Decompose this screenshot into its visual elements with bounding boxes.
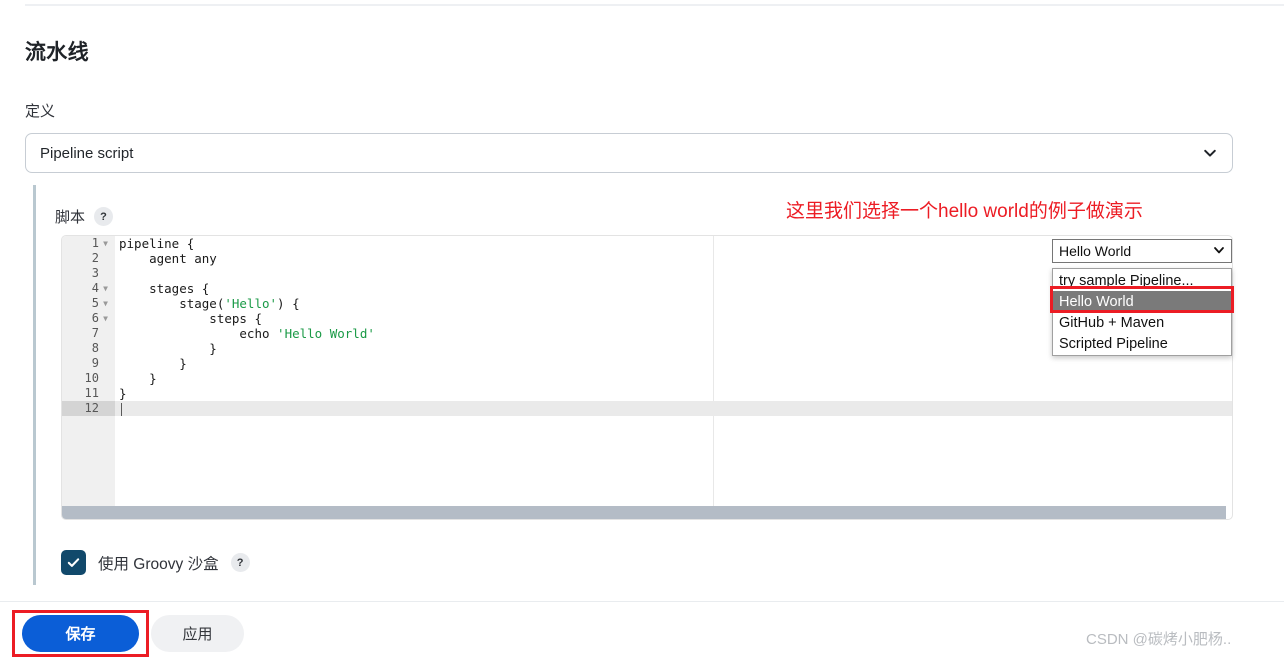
editor-line-text: stages { — [119, 281, 210, 296]
sample-pipeline-select[interactable]: Hello World — [1052, 239, 1232, 263]
fold-placeholder: ▼ — [101, 326, 110, 341]
save-button[interactable]: 保存 — [22, 615, 139, 652]
script-label-row: 脚本 ? — [55, 206, 114, 227]
fold-arrow-icon[interactable]: ▼ — [101, 296, 110, 311]
editor-line[interactable]: 11▼} — [62, 386, 1232, 401]
fold-placeholder: ▼ — [101, 386, 110, 401]
editor-line-text: } — [119, 371, 157, 386]
fold-placeholder: ▼ — [101, 356, 110, 371]
groovy-sandbox-label: 使用 Groovy 沙盒 — [98, 555, 219, 573]
editor-line-number: 10▼ — [62, 371, 115, 386]
editor-line-number: 3▼ — [62, 266, 115, 281]
chevron-down-icon — [1202, 145, 1218, 161]
footer-divider — [0, 601, 1284, 602]
fold-arrow-icon[interactable]: ▼ — [101, 281, 110, 296]
editor-line-number: 5 ▼ — [62, 296, 115, 311]
editor-line-number: 9▼ — [62, 356, 115, 371]
editor-line[interactable]: 10▼ } — [62, 371, 1232, 386]
apply-button[interactable]: 应用 — [151, 615, 244, 652]
editor-line-number: 6 ▼ — [62, 311, 115, 326]
sandbox-row: 使用 Groovy 沙盒 ? — [61, 550, 250, 575]
definition-select-value: Pipeline script — [40, 144, 134, 162]
editor-line[interactable]: 12▼ — [62, 401, 1232, 416]
editor-line[interactable]: 9▼ } — [62, 356, 1232, 371]
script-label: 脚本 — [55, 209, 86, 226]
definition-select[interactable]: Pipeline script — [25, 133, 1233, 173]
help-icon[interactable]: ? — [94, 207, 114, 226]
fold-placeholder: ▼ — [101, 341, 110, 356]
editor-line-text: agent any — [119, 251, 217, 266]
editor-line-text: echo 'Hello World' — [119, 326, 375, 341]
groovy-sandbox-checkbox[interactable] — [61, 550, 86, 575]
sample-pipeline-option[interactable]: Scripted Pipeline — [1053, 333, 1231, 354]
fold-placeholder: ▼ — [101, 401, 110, 416]
editor-line-number: 8▼ — [62, 341, 115, 356]
sample-pipeline-select-value: Hello World — [1059, 243, 1132, 259]
editor-line-text: } — [119, 386, 127, 401]
page-title: 流水线 — [25, 41, 89, 64]
editor-line-text: } — [119, 341, 217, 356]
fold-placeholder: ▼ — [101, 371, 110, 386]
text-caret — [121, 403, 122, 416]
editor-line-text: stage('Hello') { — [119, 296, 300, 311]
help-icon[interactable]: ? — [230, 553, 250, 572]
editor-line-number: 12▼ — [62, 401, 115, 416]
editor-line-number: 1 ▼ — [62, 236, 115, 251]
editor-line-number: 4 ▼ — [62, 281, 115, 296]
watermark: CSDN @碳烤小肥杨.. — [1086, 631, 1232, 648]
sample-pipeline-option[interactable]: try sample Pipeline... — [1053, 270, 1231, 291]
top-divider — [25, 4, 1284, 6]
editor-line-number: 7▼ — [62, 326, 115, 341]
sample-pipeline-option[interactable]: Hello World — [1053, 291, 1231, 312]
editor-line-number: 11▼ — [62, 386, 115, 401]
chevron-down-icon — [1213, 243, 1225, 259]
sample-pipeline-option[interactable]: GitHub + Maven — [1053, 312, 1231, 333]
definition-label: 定义 — [25, 103, 56, 120]
active-line-highlight — [115, 401, 1232, 416]
editor-line-text: steps { — [119, 311, 262, 326]
editor-line-text: } — [119, 356, 187, 371]
editor-line-text: pipeline { — [119, 236, 195, 251]
fold-arrow-icon[interactable]: ▼ — [101, 236, 110, 251]
annotation-note: 这里我们选择一个hello world的例子做演示 — [786, 201, 1143, 222]
editor-horizontal-scrollbar[interactable] — [62, 506, 1226, 519]
fold-arrow-icon[interactable]: ▼ — [101, 311, 110, 326]
editor-line-text — [115, 401, 122, 416]
sample-pipeline-dropdown-menu[interactable]: try sample Pipeline... Hello World GitHub … — [1052, 268, 1232, 356]
fold-placeholder: ▼ — [101, 251, 110, 266]
fold-placeholder: ▼ — [101, 266, 110, 281]
editor-line-number: 2▼ — [62, 251, 115, 266]
